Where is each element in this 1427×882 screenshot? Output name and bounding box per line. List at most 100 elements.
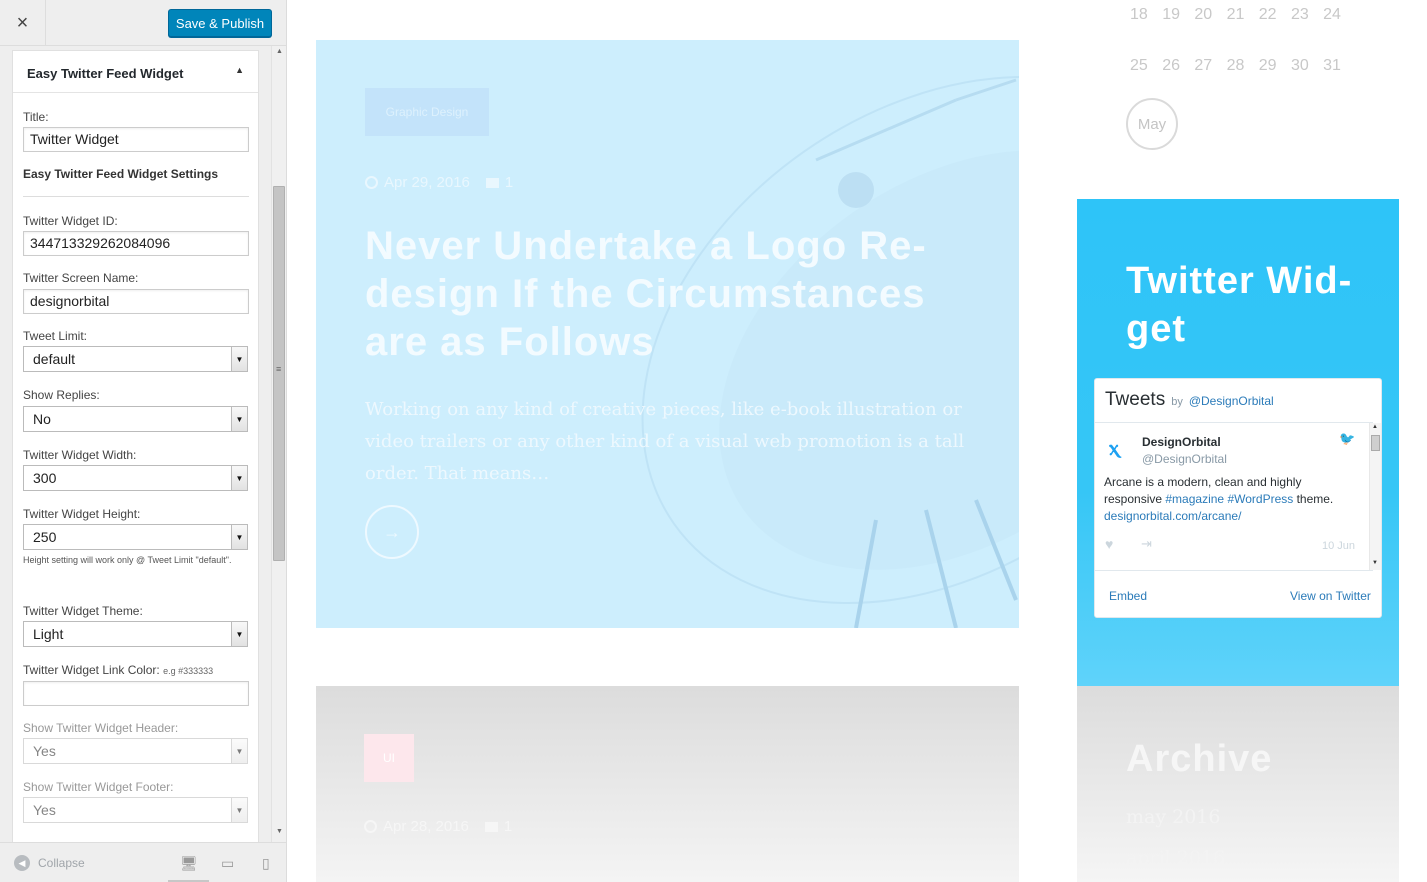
calendar-day: 31 [1323, 57, 1341, 74]
screen-name-input[interactable]: designorbital [23, 289, 249, 314]
comment-count[interactable]: 1 [504, 818, 512, 835]
tweet-text-part: theme. [1293, 492, 1334, 506]
tweet-author-name[interactable]: DesignOrbital [1142, 435, 1221, 449]
scroll-up-icon[interactable]: ▲ [276, 48, 283, 55]
calendar-day: 19 [1162, 6, 1180, 23]
archive-link[interactable]: april 2016 [1126, 847, 1225, 869]
footer-select[interactable]: Yes ▼ [23, 797, 248, 823]
tweet-limit-value: default [33, 351, 76, 367]
by-label: by [1171, 396, 1183, 408]
close-icon[interactable]: × [0, 0, 46, 46]
header-select[interactable]: Yes ▼ [23, 738, 248, 764]
divider [1095, 570, 1373, 571]
handle-link[interactable]: @DesignOrbital [1189, 394, 1274, 408]
height-select[interactable]: 250 ▼ [23, 524, 248, 550]
post-card-1[interactable]: Graphic Design Apr 29, 2016 1 Never Unde… [316, 40, 1019, 628]
calendar-day: 24 [1323, 6, 1341, 23]
dropdown-arrow-icon[interactable]: ▼ [231, 525, 247, 549]
view-on-twitter-link[interactable]: View on Twitter [1290, 589, 1371, 603]
calendar-day: 27 [1194, 57, 1213, 74]
tweet-limit-label: Tweet Limit: [23, 329, 88, 343]
show-replies-select[interactable]: No ▼ [23, 406, 248, 432]
embed-link[interactable]: Embed [1109, 589, 1147, 603]
widget-panel: Easy Twitter Feed Widget ▲ Title: Twitte… [12, 50, 259, 842]
desktop-preview-icon[interactable]: 🖥 [180, 855, 198, 872]
dropdown-arrow-icon[interactable]: ▼ [231, 466, 247, 490]
post-card-2[interactable]: UI Apr 28, 2016 1 [316, 686, 1019, 882]
customizer-scrollbar[interactable]: ▲ ≡ ▼ [271, 46, 286, 842]
collapse-arrow-icon[interactable]: ▲ [235, 65, 244, 75]
title-input[interactable]: Twitter Widget [23, 127, 249, 152]
post-meta: Apr 29, 2016 1 [365, 174, 513, 191]
tweet-date[interactable]: 10 Jun [1322, 540, 1355, 552]
theme-value: Light [33, 626, 64, 642]
height-label: Twitter Widget Height: [23, 507, 141, 521]
scroll-up-icon[interactable]: ▲ [1372, 424, 1378, 430]
tablet-preview-icon[interactable]: ▭ [221, 855, 234, 872]
comment-count[interactable]: 1 [505, 174, 513, 191]
dropdown-arrow-icon[interactable]: ▼ [231, 622, 247, 646]
theme-label: Twitter Widget Theme: [23, 604, 143, 618]
timeline-scrollbar[interactable]: ▲ ▼ [1369, 423, 1381, 570]
calendar-day: 30 [1290, 57, 1309, 74]
calendar-day: 29 [1258, 57, 1277, 74]
settings-heading: Easy Twitter Feed Widget Settings [23, 167, 219, 181]
divider [23, 196, 249, 197]
designorbital-logo-icon[interactable]: ⲭ [1109, 435, 1119, 461]
widget-id-input[interactable]: 344713329262084096 [23, 231, 249, 256]
scroll-down-icon[interactable]: ▼ [1372, 560, 1378, 566]
link-color-label-text: Twitter Widget Link Color: [23, 663, 160, 677]
mobile-preview-icon[interactable]: ▯ [262, 855, 270, 872]
archive-widget: Archive may 2016 april 2016 [1077, 686, 1399, 882]
calendar-day: 26 [1162, 57, 1180, 74]
post-title[interactable]: Never Undertake a Logo Re-design If the … [365, 222, 965, 366]
dropdown-arrow-icon[interactable]: ▼ [231, 407, 247, 431]
show-replies-value: No [33, 411, 51, 427]
share-icon[interactable]: ⇥ [1141, 536, 1152, 552]
twitter-timeline-card: Tweets by @DesignOrbital ⲭ DesignOrbital… [1094, 378, 1382, 618]
like-heart-icon[interactable]: ♥ [1105, 536, 1113, 552]
dropdown-arrow-icon[interactable]: ▼ [231, 798, 247, 822]
link-color-hint: e.g #333333 [163, 666, 214, 676]
calendar-week-row: 18 19 20 21 22 23 24 [1130, 6, 1355, 24]
customizer-sidebar: × Save & Publish Easy Twitter Feed Widge… [0, 0, 287, 882]
scrollbar-thumb[interactable] [1371, 435, 1380, 451]
calendar-day: 23 [1290, 6, 1309, 23]
category-badge[interactable]: Graphic Design [365, 88, 489, 136]
divider [1095, 422, 1373, 423]
header-label: Show Twitter Widget Header: [23, 721, 179, 735]
customizer-header: × Save & Publish [0, 0, 286, 46]
category-badge[interactable]: UI [364, 734, 414, 782]
hashtag-link[interactable]: #magazine [1165, 492, 1224, 506]
title-label: Title: [23, 110, 49, 124]
tweet-author-handle[interactable]: @DesignOrbital [1142, 452, 1227, 466]
scroll-down-icon[interactable]: ▼ [276, 828, 283, 835]
collapse-button[interactable]: ◀ Collapse [14, 855, 85, 871]
widget-panel-header[interactable]: Easy Twitter Feed Widget ▲ [13, 51, 258, 93]
tweet-url-link[interactable]: designorbital.com/arcane/ [1104, 509, 1241, 523]
width-select[interactable]: 300 ▼ [23, 465, 248, 491]
collapse-icon: ◀ [14, 855, 30, 871]
twitter-bird-icon[interactable]: 🐦 [1339, 431, 1355, 447]
scrollbar-thumb[interactable]: ≡ [273, 186, 285, 561]
dropdown-arrow-icon[interactable]: ▼ [231, 347, 247, 371]
hashtag-link[interactable]: #WordPress [1227, 492, 1293, 506]
tweet-limit-select[interactable]: default ▼ [23, 346, 248, 372]
clock-icon [365, 176, 378, 189]
archive-link[interactable]: may 2016 [1126, 806, 1220, 828]
dropdown-arrow-icon[interactable]: ▼ [231, 739, 247, 763]
grip-icon: ≡ [276, 364, 282, 374]
tweet-text: Arcane is a modern, clean and highly res… [1104, 474, 1354, 525]
read-more-arrow-icon[interactable]: → [365, 505, 419, 559]
screen-name-label: Twitter Screen Name: [23, 271, 139, 285]
clock-icon [364, 820, 377, 833]
post-excerpt: Working on any kind of creative pieces, … [365, 399, 965, 484]
post-date: Apr 29, 2016 [384, 174, 470, 191]
twitter-widget-block: Twitter Wid-get Tweets by @DesignOrbital… [1077, 199, 1399, 686]
theme-select[interactable]: Light ▼ [23, 621, 248, 647]
timeline-header: Tweets by @DesignOrbital [1105, 389, 1274, 411]
calendar-month-button[interactable]: May [1126, 98, 1178, 150]
save-publish-button[interactable]: Save & Publish [168, 9, 272, 37]
link-color-input[interactable] [23, 681, 249, 706]
header-value: Yes [33, 743, 56, 759]
